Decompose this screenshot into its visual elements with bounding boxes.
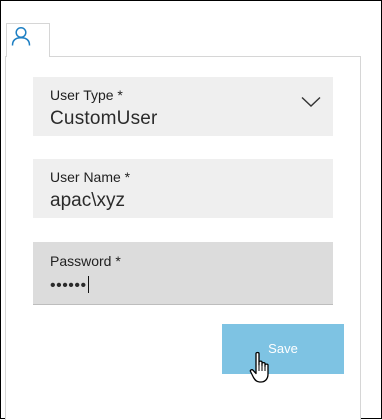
user-settings-window: User Type * CustomUser User Name * apac\… [0, 0, 382, 420]
user-type-label: User Type * [50, 87, 123, 103]
text-caret [87, 276, 89, 293]
user-icon [11, 26, 31, 46]
user-name-value: apac\xyz [50, 190, 125, 211]
chevron-down-icon [301, 96, 321, 107]
save-button[interactable]: Save [222, 324, 344, 374]
hand-pointer-cursor-icon [249, 351, 269, 383]
user-type-value: CustomUser [50, 108, 158, 129]
password-masked-text: •••••• [50, 277, 87, 294]
password-label: Password * [50, 253, 121, 269]
user-type-select[interactable]: User Type * CustomUser [33, 77, 333, 136]
user-name-label: User Name * [50, 169, 131, 185]
tab-user[interactable] [6, 23, 50, 57]
password-field[interactable]: Password * •••••• [33, 242, 333, 305]
user-name-field[interactable]: User Name * apac\xyz [33, 159, 333, 218]
password-value: •••••• [50, 276, 89, 295]
